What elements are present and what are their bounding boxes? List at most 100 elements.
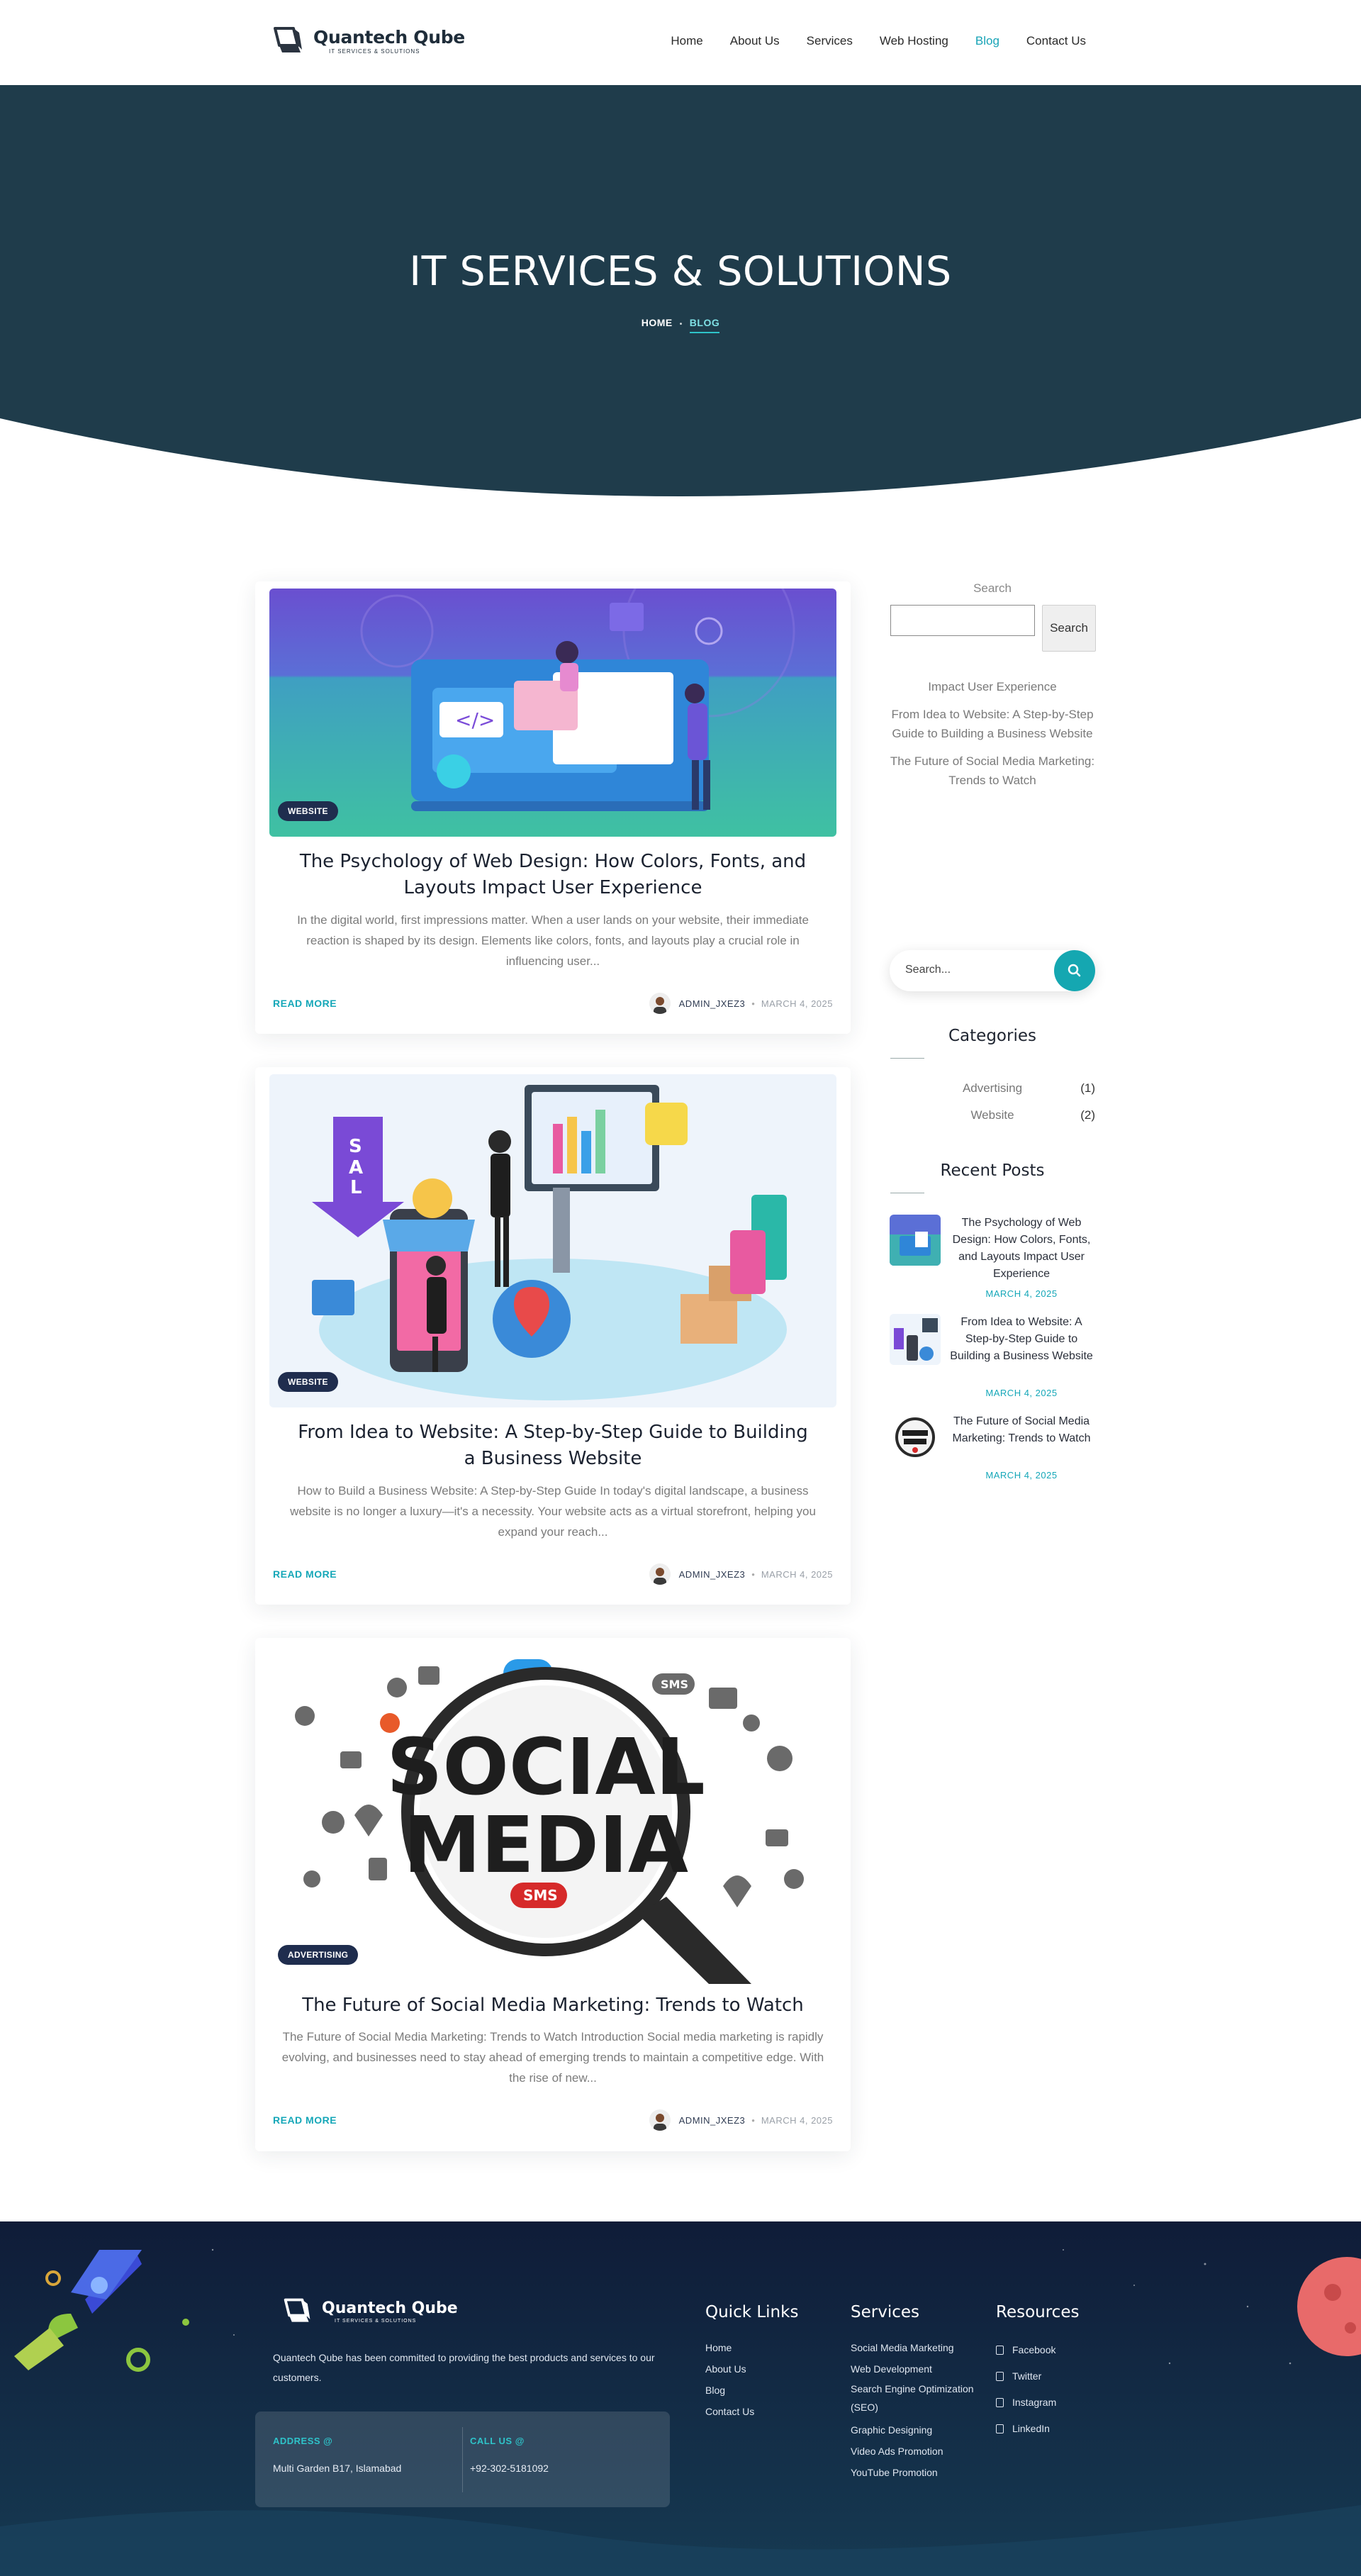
- contact-divider: [462, 2427, 463, 2492]
- services-heading: Services: [851, 2303, 919, 2321]
- sidebar-link-2[interactable]: From Idea to Website: A Step-by-Step Gui…: [890, 705, 1095, 743]
- sidebar-link-3[interactable]: The Future of Social Media Marketing: Tr…: [890, 752, 1095, 790]
- nav-web-hosting[interactable]: Web Hosting: [880, 34, 948, 48]
- search-pill-input[interactable]: Search...: [905, 964, 951, 976]
- svg-text:MEDIA: MEDIA: [403, 1800, 688, 1890]
- sidebar-search-pill: Search...: [890, 950, 1095, 991]
- service-link-video-ads[interactable]: Video Ads Promotion: [851, 2441, 985, 2462]
- quick-link-blog[interactable]: Blog: [705, 2380, 833, 2401]
- resource-label[interactable]: LinkedIn: [1012, 2416, 1050, 2442]
- recent-post-3[interactable]: The Future of Social Media Marketing: Tr…: [890, 1413, 1095, 1484]
- breadcrumb-home[interactable]: HOME: [642, 317, 673, 328]
- post-3-read-more[interactable]: READ MORE: [273, 2114, 337, 2126]
- page-hero: IT SERVICES & SOLUTIONS HOME • BLOG: [0, 85, 1361, 496]
- author-avatar: [649, 2109, 671, 2131]
- breadcrumb-current: BLOG: [689, 317, 720, 333]
- nav-home[interactable]: Home: [671, 34, 702, 48]
- post-1-author[interactable]: ADMIN_JXEZ3: [679, 998, 746, 1009]
- service-link-youtube[interactable]: YouTube Promotion: [851, 2462, 985, 2483]
- resource-linkedin[interactable]: LinkedIn: [996, 2416, 1109, 2442]
- footer-background: [0, 2221, 1361, 2576]
- sidebar-search-input[interactable]: [890, 605, 1035, 636]
- service-link-graphic[interactable]: Graphic Designing: [851, 2419, 985, 2441]
- post-2-read-more[interactable]: READ MORE: [273, 1568, 337, 1580]
- resource-label[interactable]: Facebook: [1012, 2337, 1055, 2363]
- sidebar-search-button[interactable]: Search: [1042, 605, 1096, 652]
- post-1-title[interactable]: The Psychology of Web Design: How Colors…: [298, 849, 808, 901]
- resource-twitter[interactable]: Twitter: [996, 2363, 1109, 2390]
- svg-text:A: A: [349, 1157, 363, 1178]
- recent-post-3-title[interactable]: The Future of Social Media Marketing: Tr…: [948, 1413, 1095, 1447]
- post-1-category-badge[interactable]: WEBSITE: [278, 801, 338, 821]
- post-3-title[interactable]: The Future of Social Media Marketing: Tr…: [298, 1992, 808, 2019]
- post-3-excerpt: The Future of Social Media Marketing: Tr…: [281, 2030, 824, 2085]
- nav-about[interactable]: About Us: [730, 34, 780, 48]
- post-3-category-badge[interactable]: ADVERTISING: [278, 1945, 359, 1965]
- page-title: IT SERVICES & SOLUTIONS: [409, 248, 952, 295]
- recent-post-1-title[interactable]: The Psychology of Web Design: How Colors…: [948, 1215, 1095, 1283]
- search-pill-button[interactable]: [1054, 950, 1095, 991]
- recent-post-3-thumb[interactable]: [890, 1413, 941, 1464]
- post-1-image[interactable]: </>: [269, 589, 836, 837]
- nav-services[interactable]: Services: [807, 34, 853, 48]
- post-2-author[interactable]: ADMIN_JXEZ3: [679, 1569, 746, 1580]
- address-label: ADDRESS @: [273, 2436, 333, 2446]
- footer-about-text: Quantech Qube has been committed to prov…: [273, 2352, 655, 2383]
- svg-text:S: S: [349, 1136, 362, 1157]
- resource-label[interactable]: Twitter: [1012, 2363, 1041, 2390]
- recent-post-1-date: MARCH 4, 2025: [985, 1288, 1058, 1299]
- resources-heading: Resources: [996, 2303, 1080, 2321]
- address-value: Multi Garden B17, Islamabad: [273, 2463, 402, 2474]
- recent-post-1[interactable]: The Psychology of Web Design: How Colors…: [890, 1215, 1095, 1307]
- post-card-2: S A L WEBSITE From Idea to Website: A St…: [255, 1067, 851, 1605]
- breadcrumb: HOME • BLOG: [0, 317, 1361, 333]
- post-2-category-badge[interactable]: WEBSITE: [278, 1372, 338, 1392]
- recent-post-2[interactable]: From Idea to Website: A Step-by-Step Gui…: [890, 1314, 1095, 1406]
- category-count: (2): [1080, 1108, 1095, 1122]
- footer-quick-links: Quick Links Home About Us Blog Contact U…: [705, 2303, 833, 2422]
- post-2-title[interactable]: From Idea to Website: A Step-by-Step Gui…: [298, 1420, 808, 1472]
- recent-post-1-thumb[interactable]: [890, 1215, 941, 1266]
- post-3-meta: ADMIN_JXEZ3 • MARCH 4, 2025: [649, 2109, 833, 2131]
- footer-logo[interactable]: Quantech Qube IT SERVICES & SOLUTIONS: [276, 2296, 458, 2327]
- resource-label[interactable]: Instagram: [1012, 2390, 1056, 2416]
- phone-value[interactable]: +92-302-5181092: [470, 2463, 549, 2474]
- service-link-web-dev[interactable]: Web Development: [851, 2358, 985, 2380]
- main-menu: Home About Us Services Web Hosting Blog …: [671, 34, 1086, 48]
- svg-text:</>: </>: [455, 708, 495, 732]
- recent-post-2-title[interactable]: From Idea to Website: A Step-by-Step Gui…: [948, 1314, 1095, 1365]
- svg-text:SOCIAL: SOCIAL: [386, 1722, 705, 1812]
- post-3-image[interactable]: SMS SOCIAL MEDIA SMS: [269, 1645, 836, 1984]
- recent-post-2-thumb[interactable]: [890, 1314, 941, 1365]
- resource-instagram[interactable]: Instagram: [996, 2390, 1109, 2416]
- service-link-seo[interactable]: Search Engine Optimization (SEO): [851, 2380, 985, 2416]
- search-icon: [1068, 964, 1081, 977]
- service-link-smm[interactable]: Social Media Marketing: [851, 2337, 985, 2358]
- quick-links-heading: Quick Links: [705, 2303, 799, 2321]
- post-1-date: MARCH 4, 2025: [761, 998, 833, 1009]
- svg-text:SMS: SMS: [523, 1887, 558, 1904]
- post-2-excerpt: How to Build a Business Website: A Step-…: [290, 1484, 816, 1539]
- quick-link-about[interactable]: About Us: [705, 2358, 833, 2380]
- author-avatar: [649, 993, 671, 1014]
- post-2-image[interactable]: S A L: [269, 1074, 836, 1407]
- footer-resources: Resources Facebook Twitter Instagram Lin…: [996, 2303, 1109, 2442]
- post-1-read-more[interactable]: READ MORE: [273, 998, 337, 1009]
- brand-tagline: IT SERVICES & SOLUTIONS: [329, 48, 420, 55]
- brand-logo[interactable]: Quantech Qube IT SERVICES & SOLUTIONS: [268, 24, 465, 58]
- category-name[interactable]: Advertising: [890, 1081, 1095, 1095]
- recent-post-2-date: MARCH 4, 2025: [985, 1388, 1058, 1398]
- sidebar-search-label: Search: [973, 581, 1012, 595]
- cube-logo-icon: [284, 2298, 310, 2322]
- instagram-icon: [996, 2398, 1004, 2407]
- category-name[interactable]: Website: [890, 1108, 1095, 1122]
- quick-link-home[interactable]: Home: [705, 2337, 833, 2358]
- quick-link-contact[interactable]: Contact Us: [705, 2401, 833, 2422]
- nav-contact[interactable]: Contact Us: [1026, 34, 1086, 48]
- site-footer: Quantech Qube IT SERVICES & SOLUTIONS Qu…: [0, 2221, 1361, 2576]
- sidebar-link-1[interactable]: Impact User Experience: [890, 677, 1095, 696]
- nav-blog[interactable]: Blog: [975, 34, 999, 48]
- resource-facebook[interactable]: Facebook: [996, 2337, 1109, 2363]
- post-card-3: SMS SOCIAL MEDIA SMS ADVERTISING The Fut…: [255, 1638, 851, 2151]
- post-3-author[interactable]: ADMIN_JXEZ3: [679, 2115, 746, 2126]
